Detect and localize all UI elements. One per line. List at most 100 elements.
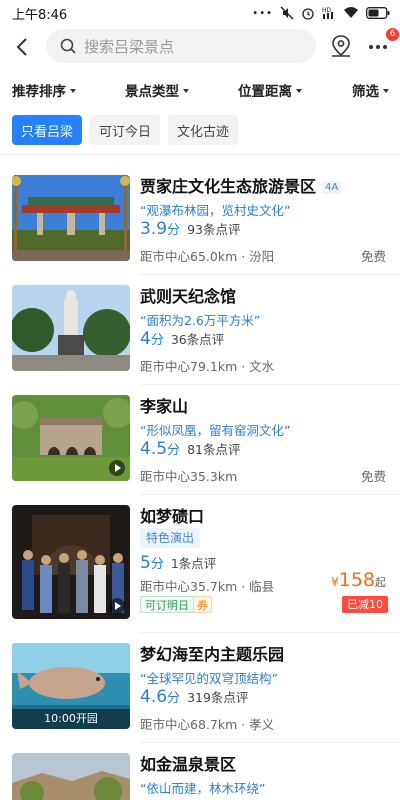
caret-down-icon xyxy=(183,88,189,93)
distance-text: 距市中心35.3km xyxy=(140,469,238,484)
feature-tag: 特色演出 xyxy=(140,528,201,548)
attraction-title: 贾家庄文化生态旅游景区 4A xyxy=(140,173,342,197)
attraction-title: 如金温泉景区 xyxy=(140,755,237,774)
map-pin-icon[interactable] xyxy=(330,34,352,58)
filter-sort[interactable]: 推荐排序 xyxy=(12,80,76,100)
list-item[interactable]: 10:00开园 梦幻海至内主题乐园 “全球罕见的双穹顶结构” 4.6 分 319条点… xyxy=(0,633,400,743)
chip-only-lvliang[interactable]: 只看吕梁 xyxy=(12,115,83,145)
notification-badge: 6 xyxy=(386,28,399,41)
back-arrow-icon[interactable] xyxy=(12,36,34,58)
hd-icon: HD xyxy=(322,7,333,19)
battery-icon xyxy=(366,7,390,19)
price-free: 免费 xyxy=(360,249,386,264)
discount-badge: 已减10 xyxy=(342,596,388,613)
quick-filter-chips: 只看吕梁 可订今日 文化古迹 xyxy=(12,115,239,145)
rating-unit: 分 xyxy=(167,691,181,706)
coupon-label: 券 xyxy=(194,596,212,613)
caret-down-icon xyxy=(70,88,76,93)
filter-distance[interactable]: 位置距离 xyxy=(238,80,302,100)
search-icon xyxy=(60,38,76,54)
play-icon[interactable] xyxy=(109,460,125,476)
title-text: 贾家庄文化生态旅游景区 xyxy=(140,177,317,196)
caret-down-icon xyxy=(383,88,389,93)
attraction-thumbnail xyxy=(12,175,130,261)
review-count: 319条点评 xyxy=(187,690,249,705)
list-item[interactable]: 如梦碛口 特色演出 5 分 1条点评 距市中心35.7km · 临县 ¥158起 可… xyxy=(0,495,400,633)
status-icons: ••• HD xyxy=(252,6,390,20)
rating-score: 4.6 xyxy=(140,687,168,707)
attraction-thumbnail xyxy=(12,285,130,371)
attraction-quote: “形似凤凰，留有窑洞文化” xyxy=(140,423,291,438)
rating-unit: 分 xyxy=(167,443,181,458)
review-count: 1条点评 xyxy=(170,556,217,571)
svg-text:HD: HD xyxy=(322,7,332,14)
rating-row: 5 分 1条点评 xyxy=(140,553,216,573)
price-suffix: 起 xyxy=(375,576,386,589)
rating-unit: 分 xyxy=(150,333,164,348)
list-item[interactable]: 如金温泉景区 “依山而建，林木环绕” xyxy=(0,743,400,800)
search-placeholder: 搜索吕梁景点 xyxy=(84,37,175,56)
search-header: 搜索吕梁景点 6 xyxy=(0,28,400,66)
rating-row: 3.9 分 93条点评 xyxy=(140,219,240,239)
play-icon[interactable] xyxy=(109,598,125,614)
attraction-thumbnail: 10:00开园 xyxy=(12,643,130,729)
attraction-title: 如梦碛口 xyxy=(140,507,205,526)
open-time-label: 10:00开园 xyxy=(12,709,130,729)
caret-down-icon xyxy=(296,88,302,93)
chip-cultural-sites[interactable]: 文化古迹 xyxy=(168,115,239,145)
attraction-title: 李家山 xyxy=(140,397,189,416)
rating-row: 4 分 36条点评 xyxy=(140,329,224,349)
distance-text: 距市中心65.0km · 汾阳 xyxy=(140,249,275,264)
rating-score: 4 xyxy=(140,329,151,349)
price: ¥158起 xyxy=(331,569,386,591)
filter-sort-label: 推荐排序 xyxy=(12,84,66,100)
review-count: 36条点评 xyxy=(170,332,225,347)
filter-distance-label: 位置距离 xyxy=(238,84,292,100)
rating-score: 3.9 xyxy=(140,219,168,239)
filter-type[interactable]: 景点类型 xyxy=(125,80,189,100)
level-badge: 4A xyxy=(322,181,342,194)
list-item[interactable]: 李家山 “形似凤凰，留有窑洞文化” 4.5 分 81条点评 距市中心35.3km 免… xyxy=(0,385,400,495)
attraction-thumbnail xyxy=(12,505,130,619)
attraction-quote: “全球罕见的双穹顶结构” xyxy=(140,671,278,686)
rating-score: 4.5 xyxy=(140,439,168,459)
attraction-thumbnail xyxy=(12,395,130,481)
price-currency: ¥ xyxy=(331,575,339,589)
rating-row: 4.6 分 319条点评 xyxy=(140,687,248,707)
attraction-title: 梦幻海至内主题乐园 xyxy=(140,645,285,664)
rating-unit: 分 xyxy=(150,557,164,572)
more-menu-button[interactable] xyxy=(366,36,390,58)
more-dots-icon: ••• xyxy=(252,7,273,19)
price-value: 158 xyxy=(338,569,375,591)
distance-text: 距市中心68.7km · 孝义 xyxy=(140,717,275,732)
attraction-quote: “面积为2.6万平方米” xyxy=(140,313,261,328)
attraction-quote: “依山而建，林木环绕” xyxy=(140,781,266,796)
bookable-tomorrow-label: 可订明日 xyxy=(140,596,194,613)
list-item[interactable]: 武则天纪念馆 “面积为2.6万平方米” 4 分 36条点评 距市中心79.1km ·… xyxy=(0,275,400,385)
status-time: 上午8:46 xyxy=(12,7,68,23)
chip-bookable-today[interactable]: 可订今日 xyxy=(90,115,161,145)
rating-row: 4.5 分 81条点评 xyxy=(140,439,240,459)
filter-more-label: 筛选 xyxy=(352,84,379,100)
bookable-tag: 可订明日券 xyxy=(140,596,212,613)
distance-text: 距市中心79.1km · 文水 xyxy=(140,359,275,374)
alarm-icon xyxy=(302,8,314,20)
rating-score: 5 xyxy=(140,553,151,573)
wifi-icon xyxy=(344,7,358,18)
review-count: 81条点评 xyxy=(187,442,241,457)
attraction-quote: “观瀑布林园，览村史文化” xyxy=(140,203,291,218)
filter-type-label: 景点类型 xyxy=(125,84,179,100)
filter-bar: 推荐排序 景点类型 位置距离 筛选 xyxy=(0,76,400,102)
mute-icon xyxy=(280,6,294,20)
search-input[interactable]: 搜索吕梁景点 xyxy=(46,29,316,63)
rating-unit: 分 xyxy=(167,223,181,238)
distance-text: 距市中心35.7km · 临县 xyxy=(140,579,275,594)
divider xyxy=(0,154,400,155)
filter-more[interactable]: 筛选 xyxy=(352,80,389,100)
status-bar: 上午8:46 ••• HD xyxy=(0,0,400,26)
attraction-title: 武则天纪念馆 xyxy=(140,287,237,306)
price-free: 免费 xyxy=(360,469,386,484)
attraction-thumbnail xyxy=(12,753,130,800)
list-item[interactable]: 贾家庄文化生态旅游景区 4A “观瀑布林园，览村史文化” 3.9 分 93条点评 距市… xyxy=(0,165,400,275)
review-count: 93条点评 xyxy=(187,222,241,237)
